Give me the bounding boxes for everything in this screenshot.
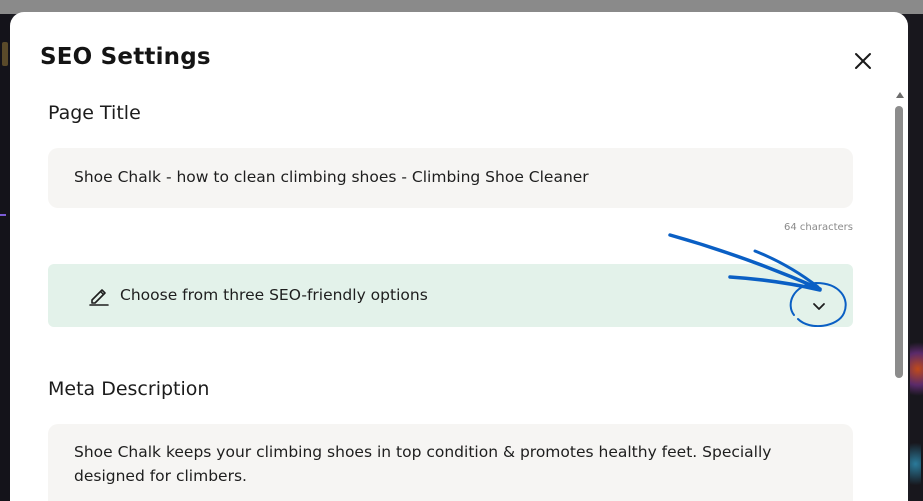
- page-title-label: Page Title: [48, 102, 141, 124]
- meta-description-input[interactable]: Shoe Chalk keeps your climbing shoes in …: [48, 424, 853, 501]
- background-decoration: [910, 434, 921, 494]
- chevron-down-icon: [813, 303, 825, 310]
- background-decoration: [2, 42, 8, 66]
- page-title-input[interactable]: Shoe Chalk - how to clean climbing shoes…: [48, 148, 853, 208]
- character-count: 64 characters: [784, 222, 853, 233]
- seo-settings-modal: SEO Settings Page Title Shoe Chalk - how…: [10, 12, 908, 501]
- close-icon: [855, 53, 871, 69]
- background-decoration: [0, 214, 6, 216]
- modal-title: SEO Settings: [40, 44, 211, 70]
- meta-description-label: Meta Description: [48, 378, 210, 400]
- scrollbar-thumb[interactable]: [895, 106, 903, 378]
- background-app-left: [0, 14, 10, 501]
- scrollbar[interactable]: [894, 92, 904, 501]
- background-app-right: [910, 14, 923, 501]
- close-button[interactable]: [848, 46, 878, 76]
- pencil-icon: [89, 289, 109, 306]
- expand-options-button[interactable]: [794, 280, 844, 330]
- seo-options-label: Choose from three SEO-friendly options: [120, 286, 428, 304]
- seo-options-dropdown[interactable]: Choose from three SEO-friendly options: [48, 264, 853, 327]
- background-decoration: [910, 334, 923, 404]
- scroll-up-arrow-icon[interactable]: [896, 92, 904, 98]
